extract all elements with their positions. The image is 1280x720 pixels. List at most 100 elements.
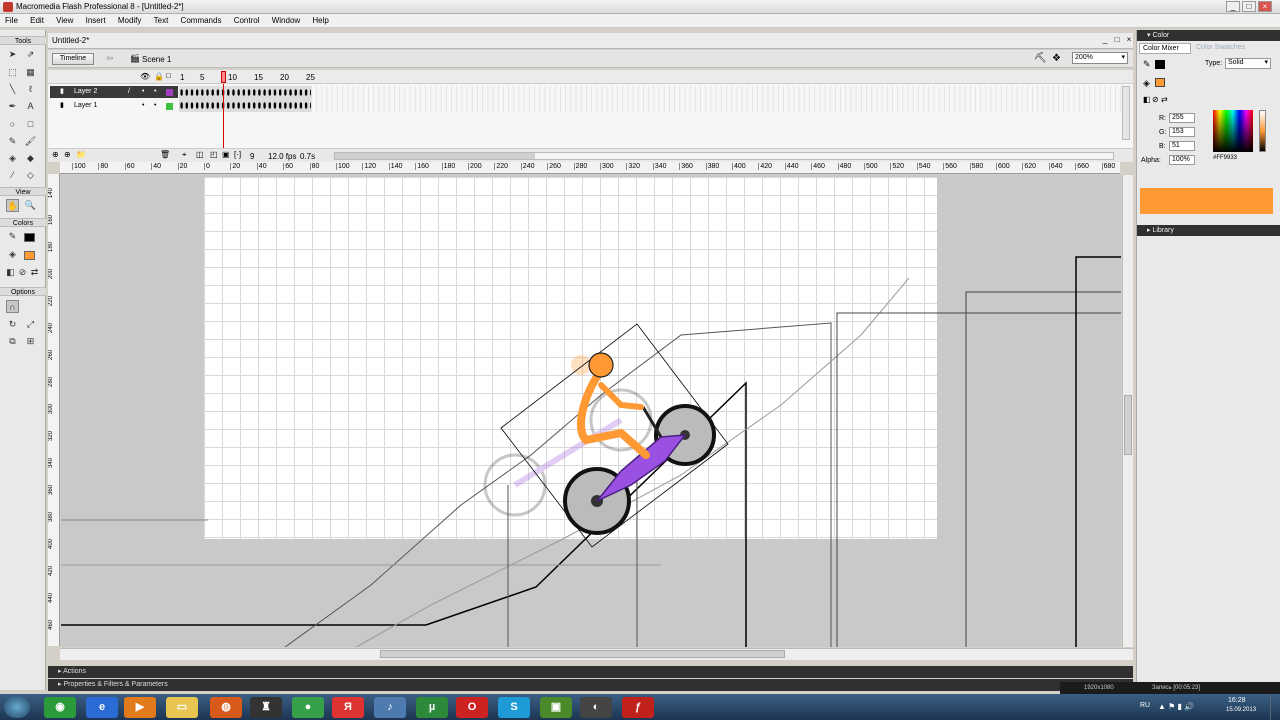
actions-panel-header[interactable]: ▸ Actions	[48, 666, 1133, 678]
flash-icon[interactable]: ƒ	[622, 697, 654, 718]
scroll-thumb[interactable]	[335, 153, 535, 159]
skype-icon[interactable]: S	[498, 697, 530, 718]
timeline-hscroll[interactable]	[334, 152, 1114, 160]
utorrent-icon[interactable]: µ	[416, 697, 448, 718]
alpha-field[interactable]: 100%	[1169, 155, 1195, 165]
no-color-icon[interactable]: ⊘	[1152, 95, 1159, 104]
brightness-slider[interactable]	[1259, 110, 1266, 152]
delete-layer-icon[interactable]: 🗑	[160, 150, 170, 159]
library-panel-header[interactable]: ▸ Library	[1137, 225, 1280, 236]
insert-layer-icon[interactable]: ⊕	[52, 150, 59, 159]
fill-color-swatch[interactable]	[1155, 78, 1165, 87]
lock-dot-icon[interactable]: •	[154, 86, 156, 98]
timeline-vscroll[interactable]	[1122, 86, 1130, 140]
swap-colors-icon[interactable]: ⇄	[1161, 95, 1168, 104]
outline-icon[interactable]: □	[166, 71, 171, 80]
menu-text[interactable]: Text	[149, 14, 174, 25]
black-white-icon[interactable]: ◧	[1143, 95, 1151, 104]
edit-symbol-icon[interactable]: ❖	[1052, 53, 1061, 64]
color-spectrum-picker[interactable]	[1213, 110, 1253, 152]
lock-dot-icon[interactable]: •	[154, 100, 156, 112]
firefox-icon[interactable]: ◍	[210, 697, 242, 718]
b-field[interactable]: 51	[1169, 141, 1195, 151]
stroke-pencil-icon[interactable]: ✎	[1143, 59, 1151, 70]
opera-icon[interactable]: O	[456, 697, 488, 718]
color-panel-header[interactable]: ▾ Color	[1137, 30, 1280, 41]
recorder-icon[interactable]: ◐	[580, 697, 612, 718]
pasteboard[interactable]	[61, 175, 1121, 647]
clock-time[interactable]: 16:28	[1228, 697, 1246, 704]
free-transform-tool-icon[interactable]: ⬚	[6, 66, 19, 79]
onion-skin-icon[interactable]: ◫	[196, 150, 204, 159]
eraser-tool-icon[interactable]: ◇	[24, 169, 37, 182]
minimize-button[interactable]: _	[1226, 1, 1240, 12]
outline-color-swatch[interactable]	[166, 103, 173, 110]
pen-tool-icon[interactable]: ✒	[6, 100, 19, 113]
audio-icon[interactable]: ♪	[374, 697, 406, 718]
visible-dot-icon[interactable]: •	[142, 86, 144, 98]
scroll-thumb[interactable]	[1124, 395, 1132, 455]
language-indicator[interactable]: RU	[1140, 702, 1150, 709]
playhead[interactable]	[221, 71, 226, 83]
close-button[interactable]: ×	[1258, 1, 1272, 12]
visible-dot-icon[interactable]: •	[142, 100, 144, 112]
scale-icon[interactable]: ⤢	[24, 318, 37, 331]
menu-view[interactable]: View	[51, 14, 78, 25]
zoom-select[interactable]: 200% ▾	[1072, 52, 1128, 64]
clock-date[interactable]: 15.09.2013	[1226, 707, 1256, 713]
menu-control[interactable]: Control	[229, 14, 265, 25]
fill-color-icon[interactable]: ◈	[6, 248, 19, 261]
rectangle-tool-icon[interactable]: □	[24, 118, 37, 131]
menu-window[interactable]: Window	[267, 14, 305, 25]
hex-value[interactable]: #FF9933	[1213, 155, 1253, 165]
stage-hscroll[interactable]	[60, 648, 1133, 660]
add-guide-icon[interactable]: ⊕	[64, 150, 71, 159]
lasso-tool-icon[interactable]: ℓ	[24, 83, 37, 96]
properties-panel-header[interactable]: ▸ Properties & Filters & Parameters	[48, 679, 1133, 691]
swap-colors-icon[interactable]: ⇄	[28, 266, 41, 279]
tab-color-mixer[interactable]: Color Mixer	[1139, 43, 1191, 54]
onion-markers-icon[interactable]: [·]	[234, 150, 241, 159]
doc-close-button[interactable]: ×	[1122, 35, 1136, 46]
outline-color-swatch[interactable]	[166, 89, 173, 96]
fill-color-swatch[interactable]	[24, 251, 35, 260]
oval-tool-icon[interactable]: ○	[6, 118, 19, 131]
show-desktop-button[interactable]	[1270, 694, 1280, 720]
snap-to-objects-icon[interactable]: ∩	[6, 300, 19, 313]
maximize-button[interactable]: □	[1242, 1, 1256, 12]
stroke-color-swatch[interactable]	[24, 233, 35, 242]
timeline-toggle-button[interactable]: Timeline	[52, 53, 94, 65]
minecraft-icon[interactable]: ▣	[540, 697, 572, 718]
insert-folder-icon[interactable]: 📁	[76, 150, 86, 159]
zoom-tool-icon[interactable]: 🔍	[24, 199, 37, 212]
center-frame-icon[interactable]: ⌖	[182, 150, 187, 160]
onion-outline-icon[interactable]: ◰	[210, 150, 218, 159]
fill-bucket-icon[interactable]: ◈	[1143, 78, 1150, 89]
eyedropper-tool-icon[interactable]: ⁄	[6, 169, 19, 182]
tab-color-swatches[interactable]: Color Swatches	[1193, 43, 1253, 54]
scroll-thumb[interactable]	[380, 650, 785, 658]
pencil-tool-icon[interactable]: ✎	[6, 135, 19, 148]
ie-icon[interactable]: e	[86, 697, 118, 718]
menu-commands[interactable]: Commands	[176, 14, 227, 25]
menu-insert[interactable]: Insert	[81, 14, 111, 25]
stroke-color-swatch[interactable]	[1155, 60, 1165, 69]
empty-frames-area[interactable]	[311, 86, 1121, 112]
stage-vscroll[interactable]	[1122, 175, 1133, 647]
subselection-tool-icon[interactable]: ⇗	[24, 48, 37, 61]
paint-bucket-tool-icon[interactable]: ◆	[24, 152, 37, 165]
fill-transform-tool-icon[interactable]: ▦	[24, 66, 37, 79]
text-tool-icon[interactable]: A	[24, 100, 37, 113]
explorer-icon[interactable]: ▭	[166, 697, 198, 718]
menu-file[interactable]: File	[0, 14, 23, 25]
chrome-icon[interactable]: ◉	[44, 697, 76, 718]
lock-icon[interactable]: 🔒	[154, 72, 164, 81]
line-tool-icon[interactable]: ╲	[6, 83, 19, 96]
brush-tool-icon[interactable]: 🖌	[24, 135, 37, 148]
layer-row-layer-1[interactable]: ▮ Layer 1 • •	[50, 100, 178, 112]
back-arrow-icon[interactable]: ⇦	[106, 53, 114, 64]
edit-scene-icon[interactable]: ⛏	[1034, 53, 1047, 64]
menu-edit[interactable]: Edit	[25, 14, 49, 25]
layer-row-layer-2[interactable]: ▮ Layer 2 / • •	[50, 86, 178, 98]
media-player-icon[interactable]: ▶	[124, 697, 156, 718]
